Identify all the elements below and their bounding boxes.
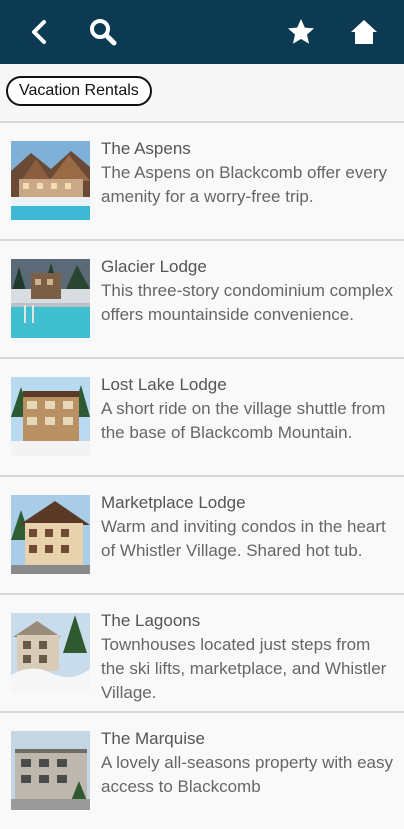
listing-title: Marketplace Lodge — [101, 493, 246, 512]
listing-thumbnail — [11, 613, 90, 692]
listing-item[interactable]: Marketplace Lodge Warm and inviting cond… — [0, 475, 404, 593]
listing-description: A lovely all-seasons property with easy … — [101, 753, 393, 796]
listing-description: Townhouses located just steps from the s… — [101, 635, 387, 702]
star-icon — [288, 19, 314, 44]
favorites-button[interactable] — [281, 12, 321, 52]
listing-text: Lost Lake Lodge A short ride on the vill… — [101, 373, 397, 445]
category-chip[interactable]: Vacation Rentals — [6, 76, 152, 106]
listing-text: Glacier Lodge This three-story condomini… — [101, 255, 397, 327]
listing-title: The Lagoons — [101, 611, 201, 630]
listing-title: Lost Lake Lodge — [101, 375, 227, 394]
listing-thumbnail — [11, 731, 90, 810]
back-button[interactable] — [20, 12, 60, 52]
search-icon — [90, 19, 117, 46]
listing-thumbnail — [11, 141, 90, 220]
listing-thumbnail — [11, 495, 90, 574]
app-header — [0, 0, 404, 64]
listing-text: The Aspens The Aspens on Blackcomb offer… — [101, 137, 397, 209]
listing-text: Marketplace Lodge Warm and inviting cond… — [101, 491, 397, 563]
listing-title: The Marquise — [101, 729, 205, 748]
listing-description: Warm and inviting condos in the heart of… — [101, 517, 386, 560]
listing-list: The Aspens The Aspens on Blackcomb offer… — [0, 121, 404, 829]
listing-thumbnail — [11, 377, 90, 456]
home-button[interactable] — [344, 12, 384, 52]
listing-item[interactable]: Lost Lake Lodge A short ride on the vill… — [0, 357, 404, 475]
listing-thumbnail — [11, 259, 90, 338]
search-button[interactable] — [83, 12, 123, 52]
listing-title: Glacier Lodge — [101, 257, 207, 276]
listing-description: The Aspens on Blackcomb offer every amen… — [101, 163, 388, 206]
listing-item[interactable]: The Aspens The Aspens on Blackcomb offer… — [0, 121, 404, 239]
home-icon — [351, 20, 377, 44]
listing-text: The Marquise A lovely all-seasons proper… — [101, 727, 397, 799]
listing-description: This three-story condominium complex off… — [101, 281, 393, 324]
listing-title: The Aspens — [101, 139, 191, 158]
listing-item[interactable]: Glacier Lodge This three-story condomini… — [0, 239, 404, 357]
chevron-left-icon — [32, 20, 46, 44]
listing-item[interactable]: The Lagoons Townhouses located just step… — [0, 593, 404, 711]
listing-description: A short ride on the village shuttle from… — [101, 399, 386, 442]
listing-item[interactable]: The Marquise A lovely all-seasons proper… — [0, 711, 404, 829]
listing-text: The Lagoons Townhouses located just step… — [101, 609, 397, 705]
filter-bar: Vacation Rentals — [0, 64, 404, 121]
